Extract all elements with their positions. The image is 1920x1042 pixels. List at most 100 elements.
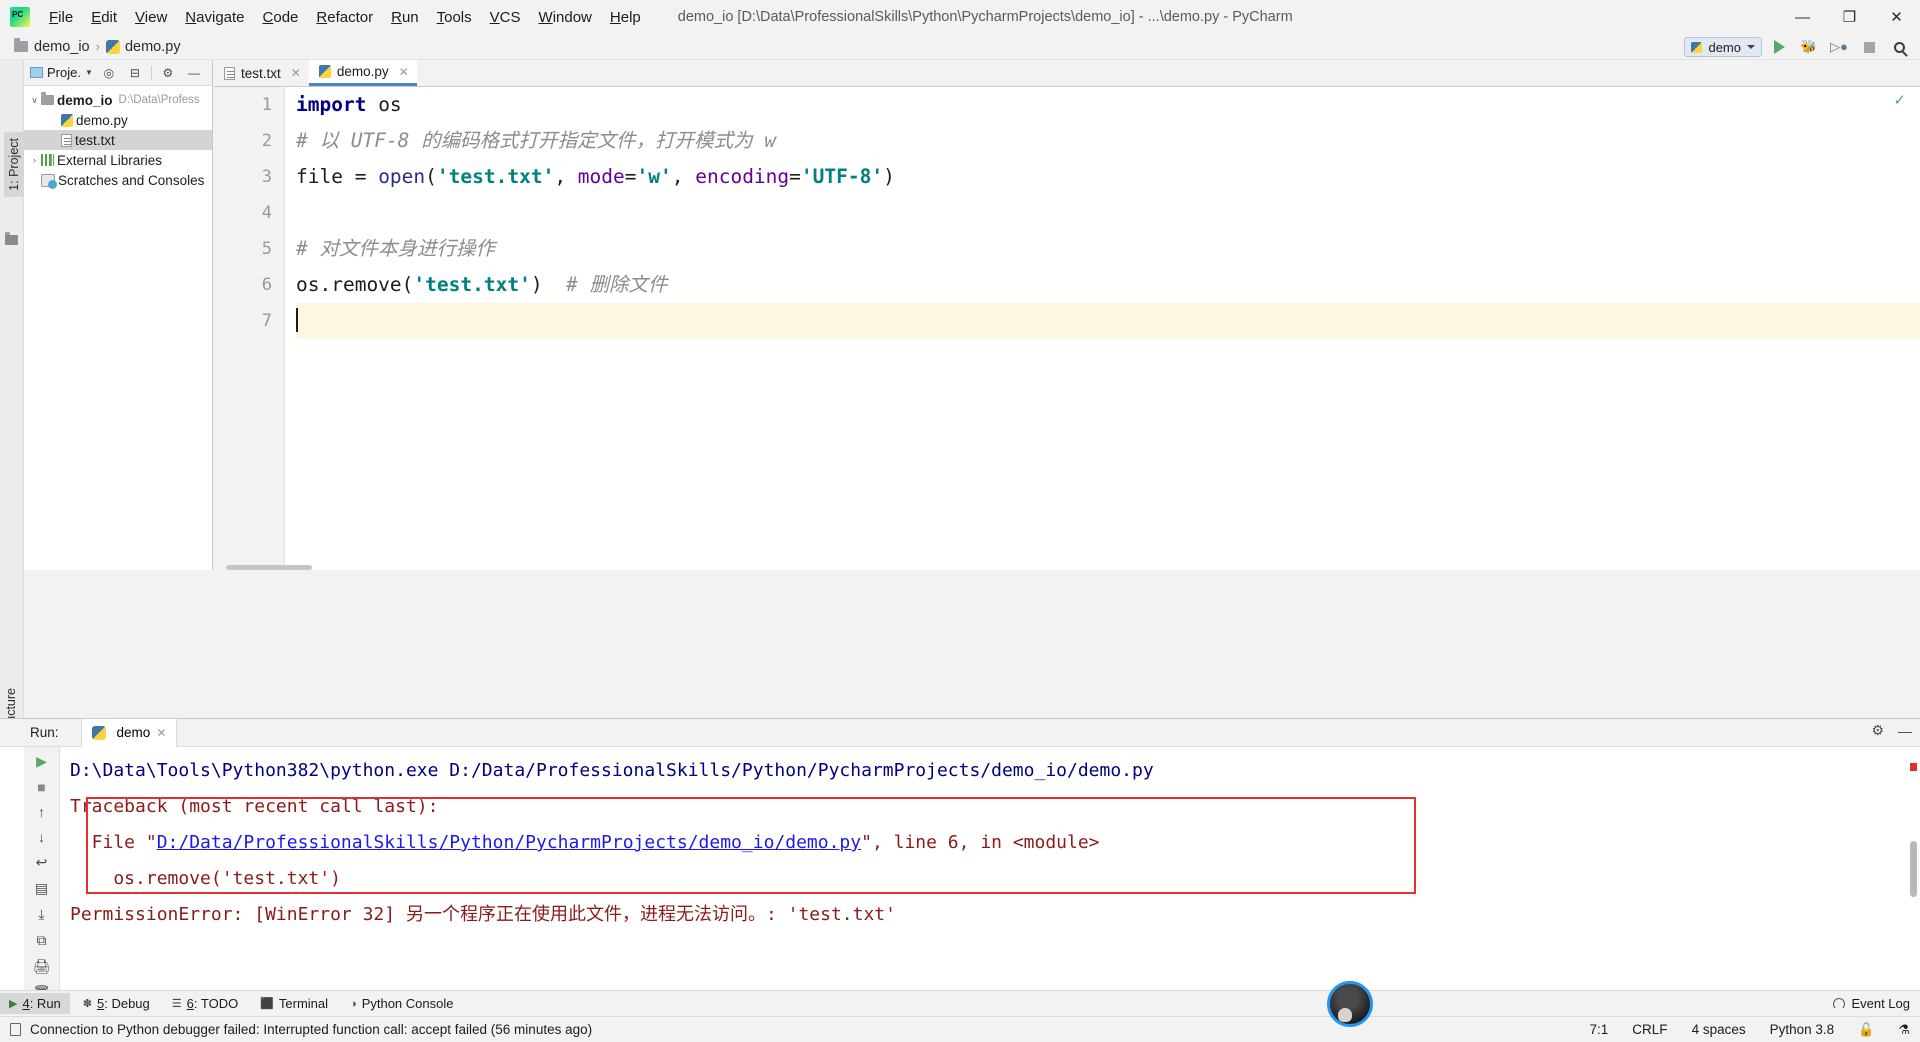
inspector-icon[interactable]: ⚗: [1898, 1022, 1910, 1038]
code-line-6[interactable]: os.remove('test.txt') # 删除文件: [296, 267, 1920, 303]
bug-icon: 🐝: [1800, 39, 1818, 54]
gear-icon[interactable]: ⚙: [158, 63, 178, 83]
gear-icon[interactable]: ⚙: [1871, 722, 1884, 739]
line-number: 3: [261, 167, 272, 187]
pin-icon[interactable]: ⧉: [37, 932, 47, 949]
menu-item-tools[interactable]: Tools: [428, 6, 481, 29]
close-icon[interactable]: ✕: [291, 66, 301, 80]
rerun-icon[interactable]: ▶: [36, 753, 47, 770]
scrollbar-thumb[interactable]: [226, 565, 312, 570]
code-line-2[interactable]: # 以 UTF-8 的编码格式打开指定文件，打开模式为 w: [296, 123, 1920, 159]
editor-gutter: 1 2 3 4 5 6 7: [214, 87, 285, 570]
text-file-icon: [224, 66, 235, 80]
tree-item-scratches-and-consoles[interactable]: Scratches and Consoles: [24, 170, 212, 190]
tree-expander-icon[interactable]: ∨: [28, 95, 41, 106]
code-token: mode: [577, 165, 625, 188]
hide-button[interactable]: —: [184, 63, 204, 83]
run-configuration-selector[interactable]: demo: [1684, 37, 1762, 57]
code-token: 'test.txt': [436, 165, 555, 188]
editor-horizontal-scrollbar[interactable]: [214, 564, 1920, 570]
python-icon: ◑: [350, 997, 357, 1010]
line-separator[interactable]: CRLF: [1632, 1022, 1667, 1037]
line-number: 5: [261, 239, 272, 259]
project-pane-title[interactable]: Proje. ▼: [30, 65, 93, 80]
project-view-icon: [30, 67, 43, 78]
play-icon: [1773, 40, 1785, 54]
menu-item-edit[interactable]: Edit: [82, 6, 126, 29]
lock-icon[interactable]: 🔓: [1858, 1022, 1874, 1038]
status-bar-right: 7:1 CRLF 4 spaces Python 3.8 🔓 ⚗: [1590, 1022, 1910, 1038]
folder-icon: [41, 92, 54, 105]
caret-position[interactable]: 7:1: [1590, 1022, 1609, 1037]
locate-file-button[interactable]: ◎: [99, 63, 119, 83]
code-line-4[interactable]: [296, 195, 1920, 231]
maximize-button[interactable]: ❐: [1826, 0, 1873, 34]
editor-tab-test-txt[interactable]: test.txt ✕: [214, 60, 309, 86]
interpreter-setting[interactable]: Python 3.8: [1770, 1022, 1835, 1037]
bottom-tab-4--run[interactable]: ▶ 4: Run: [0, 993, 70, 1014]
run-panel-header: Run: demo ✕ ⚙ —: [0, 718, 1920, 747]
tree-item-label: test.txt: [75, 132, 115, 148]
menu-item-file[interactable]: File: [40, 6, 82, 29]
traceback-file-link[interactable]: D:/Data/ProfessionalSkills/Python/Pychar…: [157, 832, 861, 853]
indent-setting[interactable]: 4 spaces: [1692, 1022, 1746, 1037]
python-icon: [91, 725, 106, 740]
close-icon[interactable]: ✕: [399, 65, 409, 79]
bottom-tab-5--debug[interactable]: ✽ 5: Debug: [74, 993, 159, 1014]
bottom-tab-6--todo[interactable]: ☰ 6: TODO: [163, 993, 247, 1014]
code-line-5[interactable]: # 对文件本身进行操作: [296, 231, 1920, 267]
code-line-7[interactable]: [296, 303, 1920, 339]
search-everywhere-button[interactable]: [1886, 36, 1912, 58]
breadcrumb-project[interactable]: demo_io: [34, 39, 90, 55]
menu-item-run[interactable]: Run: [382, 6, 428, 29]
menu-item-code[interactable]: Code: [254, 6, 308, 29]
close-icon[interactable]: ✕: [156, 726, 166, 740]
menu-item-vcs[interactable]: VCS: [481, 6, 530, 29]
bottom-tab-python-console[interactable]: ◑ Python Console: [341, 993, 462, 1014]
sidebar-tab-project[interactable]: 1: Project: [4, 132, 24, 197]
soft-wrap-icon[interactable]: ↩: [36, 854, 48, 871]
down-arrow-icon[interactable]: ↓: [38, 829, 45, 845]
menu-item-view[interactable]: View: [126, 6, 176, 29]
scroll-to-end-icon[interactable]: ▤: [35, 880, 48, 897]
code-content[interactable]: import os # 以 UTF-8 的编码格式打开指定文件，打开模式为 w fi…: [285, 87, 1920, 570]
code-token: # 对文件本身进行操作: [296, 237, 495, 260]
code-token: ): [883, 165, 895, 188]
tree-expander-icon[interactable]: ›: [28, 155, 41, 165]
minimize-button[interactable]: —: [1779, 0, 1826, 34]
breadcrumb-file[interactable]: demo.py: [125, 39, 181, 55]
print-icon[interactable]: ⤓: [38, 906, 44, 923]
printer-icon[interactable]: 🖨: [33, 958, 51, 975]
menu-item-help[interactable]: Help: [601, 6, 650, 29]
tree-item-test-txt[interactable]: test.txt: [24, 130, 212, 150]
close-button[interactable]: ✕: [1873, 0, 1920, 34]
debug-button[interactable]: 🐝: [1796, 36, 1822, 58]
code-line-3[interactable]: file = open('test.txt', mode='w', encodi…: [296, 159, 1920, 195]
hide-icon[interactable]: —: [1898, 723, 1912, 739]
editor-tab-demo-py[interactable]: demo.py ✕: [308, 60, 417, 86]
stop-icon[interactable]: ■: [37, 779, 45, 795]
stop-button[interactable]: [1856, 36, 1882, 58]
menu-item-refactor[interactable]: Refactor: [307, 6, 382, 29]
tree-item-demo-py[interactable]: demo.py: [24, 110, 212, 130]
folder-stripe-icon[interactable]: [5, 232, 19, 249]
console-output[interactable]: D:\Data\Tools\Python382\python.exe D:/Da…: [60, 747, 1902, 991]
tree-item-label: Scratches and Consoles: [58, 172, 205, 188]
console-scrollbar[interactable]: [1908, 759, 1918, 985]
scrollbar-thumb[interactable]: [1910, 841, 1917, 897]
menu-item-window[interactable]: Window: [530, 6, 601, 29]
run-coverage-button[interactable]: ▷●: [1826, 36, 1852, 58]
bottom-tab-terminal[interactable]: ⬛ Terminal: [251, 993, 337, 1014]
tree-item-external-libraries[interactable]: › External Libraries: [24, 150, 212, 170]
run-tab-demo[interactable]: demo ✕: [80, 718, 178, 747]
collapse-all-button[interactable]: ⊟: [125, 63, 145, 83]
event-log-button[interactable]: Event Log: [1833, 996, 1910, 1011]
run-button[interactable]: [1766, 36, 1792, 58]
code-line-1[interactable]: import os: [296, 87, 1920, 123]
menu-item-navigate[interactable]: Navigate: [176, 6, 253, 29]
up-arrow-icon[interactable]: ↑: [38, 804, 45, 820]
chevron-down-icon: [1747, 45, 1755, 49]
tree-item-demo-io[interactable]: ∨ demo_io D:\Data\Profess: [24, 90, 212, 110]
console-text: File ": [70, 832, 157, 853]
code-editor[interactable]: 1 2 3 4 5 6 7 import os # 以 UTF-8 的编码格式打开指定文件，打…: [214, 87, 1920, 570]
